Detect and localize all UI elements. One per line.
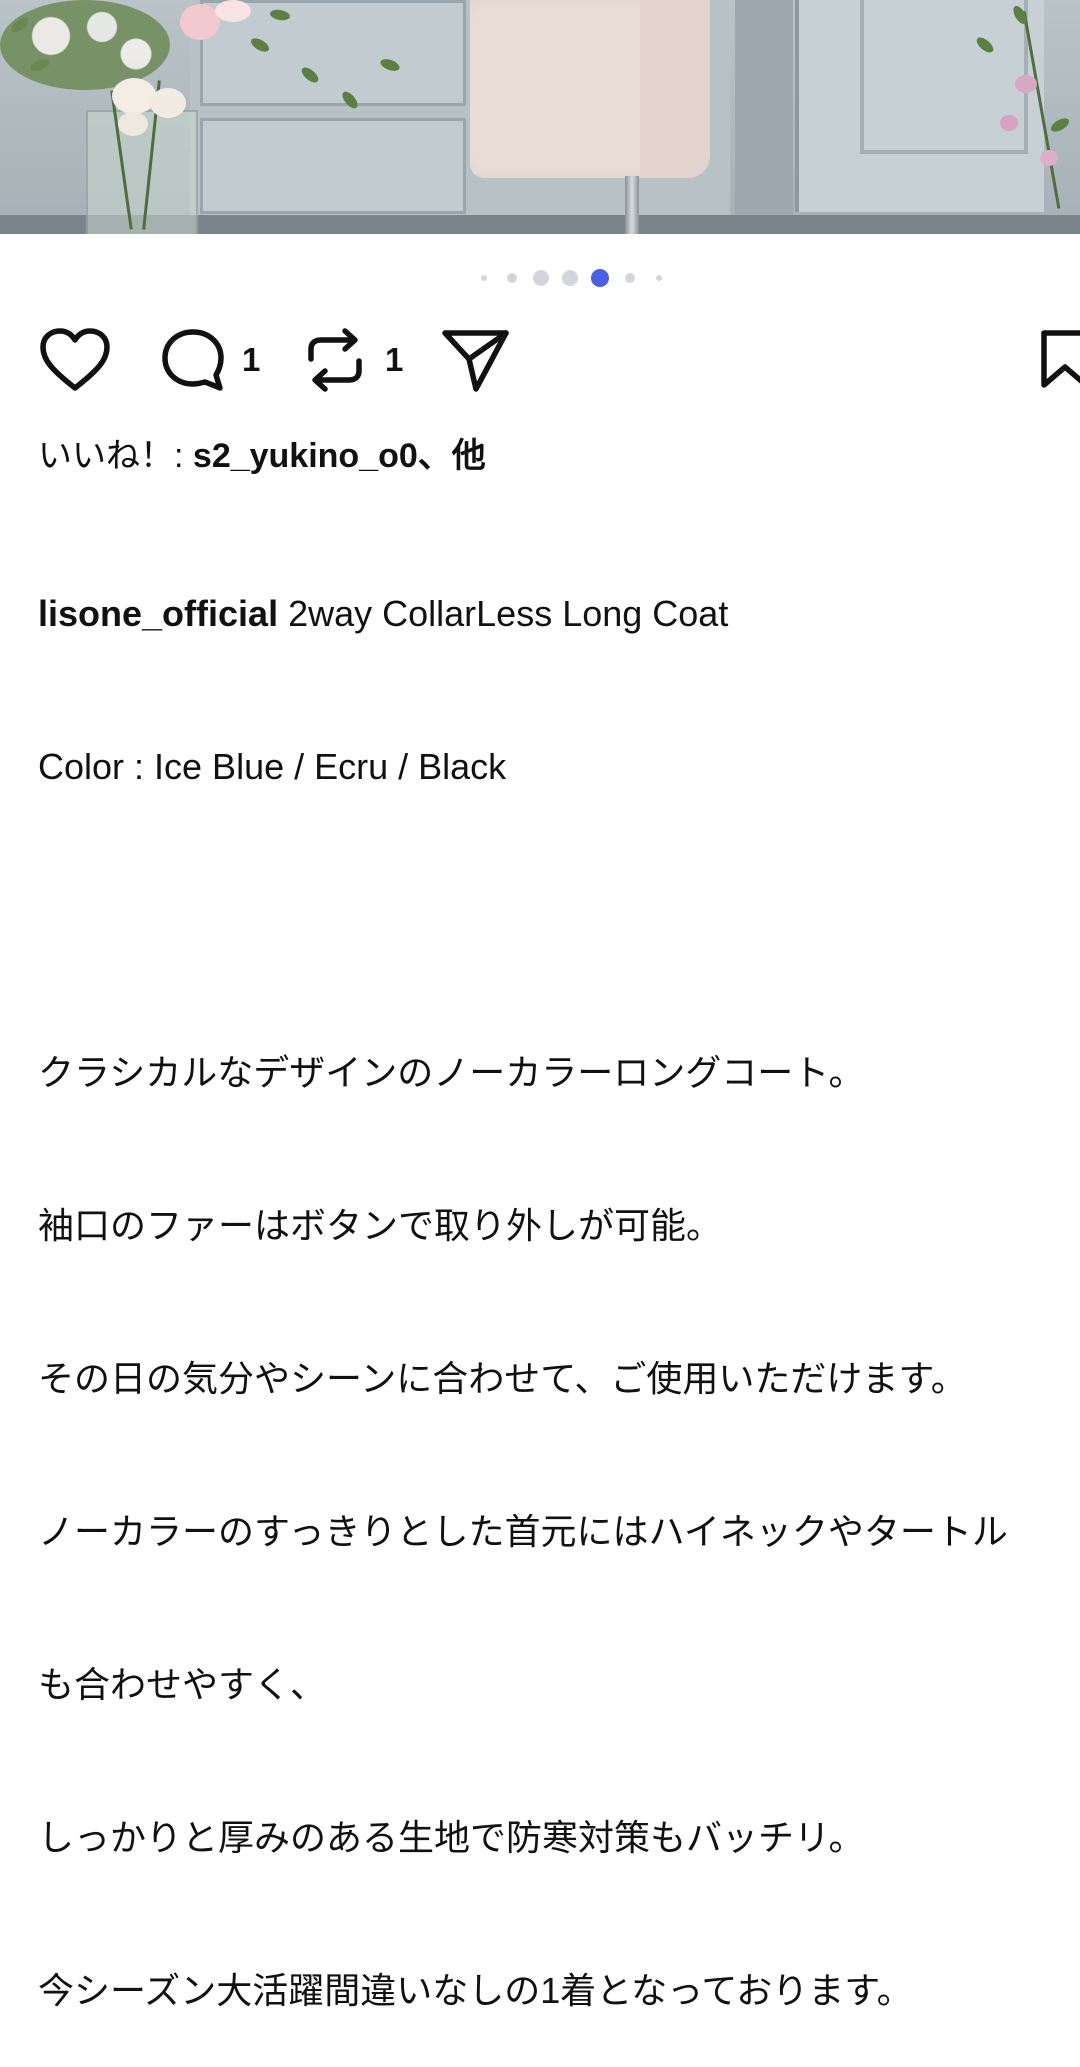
door-panel	[860, 0, 1028, 154]
comment-button[interactable]: 1	[160, 320, 260, 400]
heart-icon	[40, 328, 110, 392]
pink-rose	[215, 0, 251, 22]
likes-suffix: 、他	[417, 437, 486, 475]
caption-line: クラシカルなデザインのノーカラーロングコート。	[38, 1052, 865, 1093]
share-icon	[440, 327, 512, 393]
white-flower	[112, 78, 156, 114]
comment-count: 1	[242, 341, 261, 378]
white-flower	[150, 88, 186, 118]
carousel-dot	[481, 275, 487, 281]
carousel-indicator	[0, 268, 1080, 288]
repost-button[interactable]: 1	[303, 320, 403, 400]
liked-by-username[interactable]: s2_yukino_o0	[193, 437, 418, 475]
caption-username[interactable]: lisone_official	[38, 593, 278, 634]
pink-flower	[1040, 150, 1058, 166]
carousel-dot	[625, 273, 635, 283]
save-button[interactable]	[1040, 320, 1080, 400]
caption-first-line: lisone_official 2way CollarLess Long Coa…	[38, 588, 1078, 639]
pink-flower	[1000, 115, 1018, 131]
caption-line: 今シーズン大活躍間違いなしの1着となっております。	[38, 1970, 913, 2011]
caption-line: Color : Ice Blue / Ecru / Black	[38, 746, 507, 787]
coat-fold	[640, 0, 710, 178]
carousel-dot	[656, 275, 662, 281]
post-caption: lisone_official 2way CollarLess Long Coa…	[38, 486, 1078, 2067]
comment-icon	[160, 328, 226, 392]
likes-summary[interactable]: いいね！: s2_yukino_o0、他	[38, 428, 486, 477]
flower-cluster	[0, 0, 170, 90]
repost-count: 1	[385, 341, 404, 378]
pillar	[735, 0, 793, 220]
pink-rose	[180, 4, 220, 40]
bookmark-icon	[1040, 327, 1080, 393]
post-image[interactable]	[0, 0, 1080, 234]
likes-prefix: いいね！:	[38, 437, 193, 475]
like-button[interactable]	[40, 320, 110, 400]
caption-line: 袖口のファーはボタンで取り外しが可能。	[38, 1205, 723, 1246]
caption-line: その日の気分やシーンに合わせて、ご使用いただけます。	[38, 1358, 967, 1399]
leaf	[1048, 115, 1072, 135]
pink-flower	[1015, 75, 1037, 93]
caption-line: も合わせやすく、	[38, 1664, 327, 1705]
white-flower	[118, 112, 148, 136]
caption-line: ノーカラーのすっきりとした首元にはハイネックやタートル	[38, 1511, 1008, 1552]
caption-line: しっかりと厚みのある生地で防寒対策もバッチリ。	[38, 1817, 865, 1858]
carousel-dot	[562, 270, 578, 286]
mannequin-stand	[625, 176, 639, 234]
caption-title: 2way CollarLess Long Coat	[278, 593, 729, 634]
share-button[interactable]	[440, 320, 512, 400]
repost-icon	[303, 327, 367, 393]
wall-panel	[200, 118, 466, 214]
carousel-dot	[533, 270, 549, 286]
carousel-dot-active	[591, 269, 609, 287]
carousel-dot	[507, 273, 517, 283]
